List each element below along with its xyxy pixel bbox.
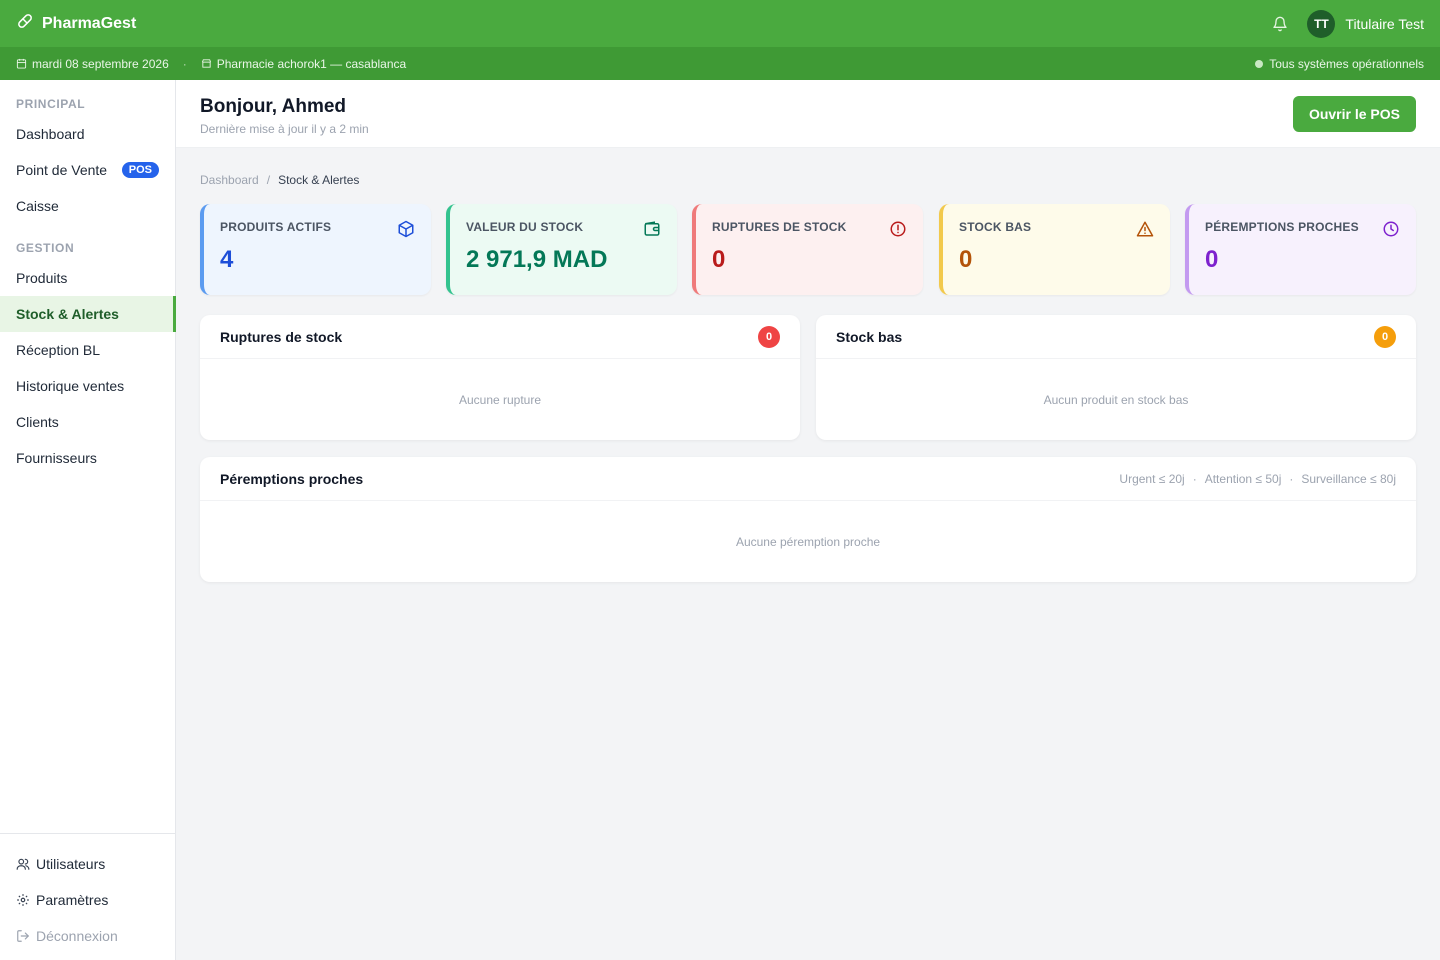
panel-title: Stock bas (836, 328, 903, 345)
legend-separator: · (1192, 471, 1197, 486)
current-date: mardi 08 septembre 2026 (32, 56, 169, 71)
sidebar-item-label: Clients (16, 414, 59, 430)
sidebar-item-dashboard[interactable]: Dashboard (0, 116, 175, 152)
sidebar-item-reception-bl[interactable]: Réception BL (0, 332, 175, 368)
empty-state: Aucun produit en stock bas (1043, 393, 1189, 407)
sidebar-item-historique-ventes[interactable]: Historique ventes (0, 368, 175, 404)
stat-label: PÉREMPTIONS PROCHES (1205, 220, 1359, 234)
status-dot (1255, 59, 1264, 68)
sidebar-footer: Utilisateurs Paramètres Déconnexion (0, 833, 175, 960)
box-icon (398, 220, 414, 238)
panel-header: Stock bas 0 (816, 315, 1416, 359)
stat-value: 0 (1205, 246, 1219, 273)
date-info: mardi 08 septembre 2026 (16, 57, 169, 71)
alert-circle-icon (890, 221, 906, 237)
user-menu[interactable]: TT Titulaire Test (1307, 9, 1424, 38)
separator: · (182, 56, 187, 71)
empty-state: Aucune péremption proche (735, 535, 881, 549)
open-pos-button[interactable]: Ouvrir le POS (1292, 96, 1416, 132)
stat-value: 2 971,9 MAD (466, 246, 608, 273)
stat-label: RUPTURES DE STOCK (712, 220, 847, 234)
bell-icon[interactable] (1271, 15, 1289, 33)
page-header: Bonjour, Ahmed Dernière mise à jour il y… (176, 80, 1440, 148)
empty-state: Aucune rupture (458, 393, 542, 407)
stat-value: 0 (959, 246, 973, 273)
system-status: Tous systèmes opérationnels (1255, 57, 1424, 71)
sidebar-item-label: Stock & Alertes (16, 306, 119, 322)
user-name: Titulaire Test (1345, 15, 1424, 32)
clock-icon (1383, 221, 1399, 237)
breadcrumb-separator: / (266, 173, 271, 187)
sidebar-item-produits[interactable]: Produits (0, 260, 175, 296)
sidebar-item-parametres[interactable]: Paramètres (0, 882, 175, 918)
sidebar-item-stock-alertes[interactable]: Stock & Alertes (0, 296, 176, 332)
sidebar-item-label: Paramètres (36, 892, 109, 908)
panel-header: Ruptures de stock 0 (200, 315, 800, 359)
sidebar-item-utilisateurs[interactable]: Utilisateurs (0, 846, 175, 882)
stat-card-stock-bas: STOCK BAS 0 (939, 204, 1170, 295)
sidebar-item-label: Dashboard (16, 126, 85, 142)
sidebar-item-label: Historique ventes (16, 378, 125, 394)
stat-card-ruptures: RUPTURES DE STOCK 0 (692, 204, 923, 295)
panel-title: Ruptures de stock (220, 328, 343, 345)
breadcrumb-current: Stock & Alertes (278, 173, 360, 187)
panel-header: Péremptions proches Urgent ≤ 20j · Atten… (200, 457, 1416, 501)
warning-triangle-icon (1136, 221, 1154, 237)
sidebar-item-label: Point de Vente (16, 162, 108, 178)
logout-icon (17, 930, 30, 942)
stat-label: PRODUITS ACTIFS (220, 220, 332, 234)
sidebar-item-point-de-vente[interactable]: Point de Vente POS (0, 152, 175, 188)
wallet-icon (644, 221, 660, 236)
legend-urgent: Urgent ≤ 20j (1119, 471, 1185, 486)
sidebar-item-label: Produits (16, 270, 68, 286)
calendar-icon (16, 58, 27, 69)
last-updated: Dernière mise à jour il y a 2 min (200, 122, 369, 136)
legend-separator: · (1289, 471, 1294, 486)
expiry-legend: Urgent ≤ 20j · Attention ≤ 50j · Surveil… (1119, 472, 1396, 486)
sidebar-item-clients[interactable]: Clients (0, 404, 175, 440)
page-title: Bonjour, Ahmed (200, 96, 347, 117)
users-icon (16, 858, 30, 870)
sidebar-item-caisse[interactable]: Caisse (0, 188, 175, 224)
legend-attention: Attention ≤ 50j (1204, 471, 1282, 486)
panel-peremptions: Péremptions proches Urgent ≤ 20j · Atten… (200, 457, 1416, 582)
section-gestion: GESTION (16, 241, 75, 255)
sidebar-item-label: Réception BL (16, 342, 101, 358)
panel-ruptures: Ruptures de stock 0 Aucune rupture (200, 315, 800, 440)
gear-icon (17, 894, 29, 906)
sidebar-item-label: Caisse (16, 198, 59, 214)
brand[interactable]: PharmaGest (16, 12, 136, 35)
pill-icon (16, 12, 34, 35)
pos-badge: POS (121, 162, 159, 178)
stat-card-produits-actifs: PRODUITS ACTIFS 4 (200, 204, 431, 295)
sidebar-item-fournisseurs[interactable]: Fournisseurs (0, 440, 175, 476)
breadcrumb-root[interactable]: Dashboard (200, 173, 259, 187)
section-principal: PRINCIPAL (16, 97, 86, 111)
sidebar: PRINCIPAL Dashboard Point de Vente POS Ca… (0, 80, 176, 960)
pharmacy-name: Pharmacie achorok1 — casablanca (216, 56, 407, 71)
count-badge: 0 (1374, 325, 1396, 348)
breadcrumb: Dashboard / Stock & Alertes (200, 173, 359, 187)
info-bar: mardi 08 septembre 2026 · Pharmacie acho… (0, 47, 1440, 80)
stat-value: 0 (712, 246, 726, 273)
panel-stock-bas: Stock bas 0 Aucun produit en stock bas (816, 315, 1416, 440)
sidebar-item-deconnexion[interactable]: Déconnexion (0, 918, 175, 954)
count-badge: 0 (758, 325, 780, 348)
store-icon (201, 59, 211, 68)
stat-value: 4 (220, 246, 234, 273)
top-bar: PharmaGest TT Titulaire Test (0, 0, 1440, 47)
sidebar-item-label: Déconnexion (36, 928, 118, 944)
stat-card-valeur-stock: VALEUR DU STOCK 2 971,9 MAD (446, 204, 677, 295)
legend-surveillance: Surveillance ≤ 80j (1301, 471, 1396, 486)
pharmacy-info: Pharmacie achorok1 — casablanca (201, 57, 406, 71)
sidebar-item-label: Utilisateurs (36, 856, 106, 872)
sidebar-item-label: Fournisseurs (16, 450, 97, 466)
stat-label: STOCK BAS (959, 220, 1032, 234)
stat-card-peremptions: PÉREMPTIONS PROCHES 0 (1185, 204, 1416, 295)
panel-title: Péremptions proches (220, 470, 364, 487)
status-text: Tous systèmes opérationnels (1269, 56, 1424, 71)
app-name: PharmaGest (42, 14, 137, 32)
avatar: TT (1307, 9, 1336, 38)
stat-label: VALEUR DU STOCK (466, 220, 584, 234)
